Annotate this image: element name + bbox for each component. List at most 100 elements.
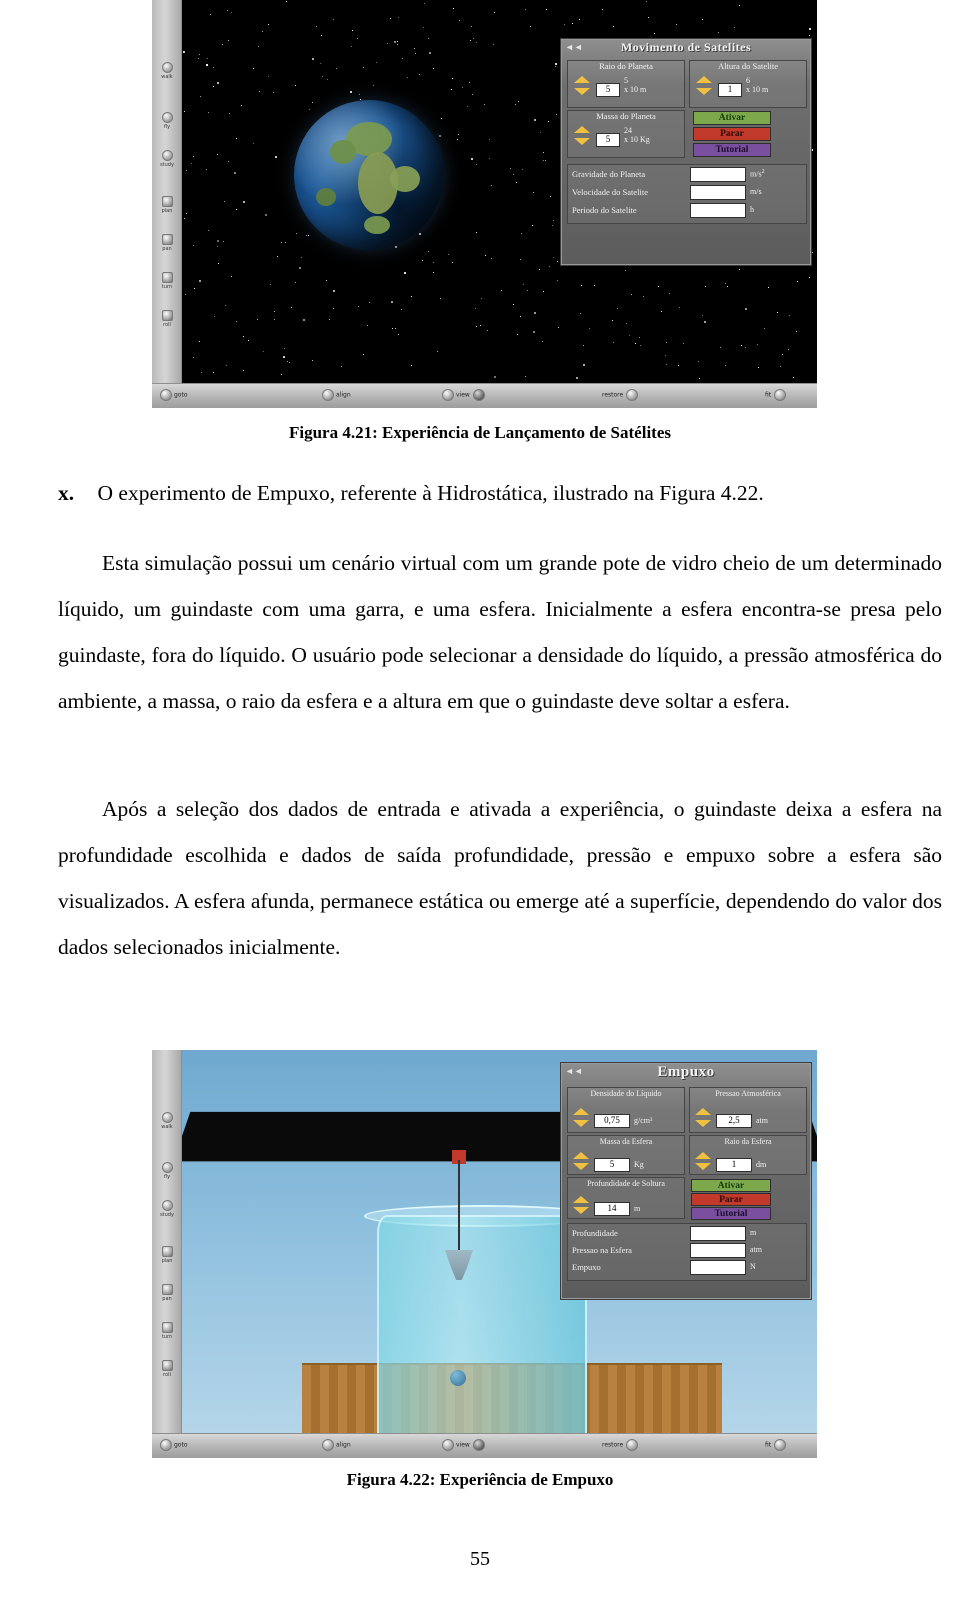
output-value-profundidade [690, 1226, 746, 1241]
field-value[interactable]: 2,5 [716, 1114, 752, 1128]
field-massa-do-planeta[interactable]: Massa do Planeta 5 24 x 10 Kg [567, 110, 685, 158]
spinner-up-icon[interactable] [574, 126, 590, 133]
field-label: Profundidade de Soltura [587, 1179, 665, 1188]
restore-icon [626, 1439, 639, 1451]
field-value[interactable]: 1 [716, 1158, 752, 1172]
tool-restore[interactable]: restore [602, 389, 640, 401]
spinner-down-icon[interactable] [574, 88, 590, 95]
output-unit: m/s [750, 169, 762, 179]
play-icon[interactable] [472, 1439, 485, 1451]
ativar-button[interactable]: Ativar [691, 1179, 771, 1192]
tool-view[interactable]: view [442, 1439, 487, 1451]
tool-roll[interactable]: roll [155, 310, 179, 328]
tool-goto[interactable]: goto [160, 389, 188, 401]
field-value[interactable]: 0,75 [594, 1114, 630, 1128]
tool-turn[interactable]: turn [155, 1322, 179, 1340]
empuxo-control-panel[interactable]: ◄◄ Empuxo Densidade do Líquido 0,75 g/cm… [560, 1062, 812, 1300]
tool-roll[interactable]: roll [155, 1360, 179, 1378]
tool-pan[interactable]: pan [155, 234, 179, 252]
tutorial-button[interactable]: Tutorial [691, 1207, 771, 1220]
field-pressao-atmosferica[interactable]: Pressao Atmosférica 2,5 atm [689, 1087, 807, 1133]
field-densidade-do-liquido[interactable]: Densidade do Líquido 0,75 g/cm³ [567, 1087, 685, 1133]
tool-fly[interactable]: fly [155, 112, 179, 130]
tool-label: view [456, 1441, 470, 1449]
satellite-control-panel[interactable]: ◄◄ Movimento de Satelites Raio do Planet… [560, 38, 812, 266]
tool-restore[interactable]: restore [602, 1439, 640, 1451]
field-value[interactable]: 1 [718, 83, 742, 97]
field-value[interactable]: 5 [596, 133, 620, 147]
tool-study[interactable]: study [155, 1200, 179, 1218]
spinner-down-icon[interactable] [574, 138, 590, 145]
field-label: Pressao Atmosférica [715, 1089, 781, 1098]
spinner-up-icon[interactable] [573, 1196, 589, 1203]
tool-label: pan [162, 246, 172, 252]
ativar-button[interactable]: Ativar [693, 111, 771, 125]
tool-view[interactable]: view [442, 389, 487, 401]
tool-walk[interactable]: walk [155, 1112, 179, 1130]
tool-plan[interactable]: plan [155, 196, 179, 214]
back-arrow-icon[interactable]: ◄◄ [565, 42, 583, 52]
walk-icon [161, 1112, 173, 1123]
spinner-down-icon[interactable] [695, 1120, 711, 1127]
viewer-left-toolbar[interactable]: walk fly study plan pan turn roll [152, 1050, 182, 1458]
align-icon [322, 389, 334, 401]
tool-fit[interactable]: fit [765, 389, 788, 401]
output-label-velocidade: Velocidade do Satelite [572, 187, 649, 197]
play-icon[interactable] [472, 389, 485, 401]
unit-prefix: x 10 [624, 135, 638, 144]
field-massa-da-esfera[interactable]: Massa da Esfera 5 Kg [567, 1135, 685, 1175]
field-profundidade-de-soltura[interactable]: Profundidade de Soltura 14 m [567, 1177, 685, 1219]
tool-walk[interactable]: walk [155, 62, 179, 80]
field-value[interactable]: 5 [596, 83, 620, 97]
tool-plan[interactable]: plan [155, 1246, 179, 1264]
spinner-up-icon[interactable] [695, 1152, 711, 1159]
output-label-gravidade: Gravidade do Planeta [572, 169, 646, 179]
field-raio-da-esfera[interactable]: Raio da Esfera 1 dm [689, 1135, 807, 1175]
restore-icon [626, 389, 639, 401]
tool-label: fit [765, 391, 772, 399]
parar-button[interactable]: Parar [693, 127, 771, 141]
parar-button[interactable]: Parar [691, 1193, 771, 1206]
viewer-bottom-toolbar[interactable]: goto align view restore fit [152, 1433, 817, 1458]
fit-icon [774, 1439, 787, 1451]
tool-study[interactable]: study [155, 150, 179, 168]
plan-icon [161, 1246, 173, 1257]
glass-tank [377, 1215, 587, 1458]
back-arrow-icon[interactable]: ◄◄ [565, 1066, 583, 1076]
spinner-up-icon[interactable] [695, 1108, 711, 1115]
tutorial-button[interactable]: Tutorial [693, 143, 771, 157]
tool-align[interactable]: align [322, 389, 351, 401]
bullet-item: x. O experimento de Empuxo, referente à … [58, 470, 942, 516]
spinner-down-icon[interactable] [573, 1207, 589, 1214]
spinner-up-icon[interactable] [696, 76, 712, 83]
field-altura-do-satelite[interactable]: Altura do Satelite 1 6 x 10 m [689, 60, 807, 108]
spinner-down-icon[interactable] [573, 1120, 589, 1127]
tool-label: restore [602, 391, 624, 399]
spinner-up-icon[interactable] [573, 1108, 589, 1115]
field-value[interactable]: 5 [594, 1158, 630, 1172]
tool-fly[interactable]: fly [155, 1162, 179, 1180]
field-label: Altura do Satelite [718, 61, 778, 71]
viewer-bottom-toolbar[interactable]: goto align view restore fit [152, 383, 817, 408]
goto-icon [160, 1439, 172, 1451]
tool-align[interactable]: align [322, 1439, 351, 1451]
tool-label: roll [163, 1372, 171, 1378]
spinner-up-icon[interactable] [573, 1152, 589, 1159]
walk-icon [161, 62, 173, 73]
exponent: 5 [624, 76, 628, 85]
viewer-left-toolbar[interactable]: walk fly study plan pan turn roll [152, 0, 182, 408]
spinner-down-icon[interactable] [696, 88, 712, 95]
tool-turn[interactable]: turn [155, 272, 179, 290]
field-unit: Kg [634, 1160, 644, 1169]
paragraph-2: Após a seleção dos dados de entrada e at… [58, 786, 942, 970]
tool-fit[interactable]: fit [765, 1439, 788, 1451]
field-value[interactable]: 14 [594, 1202, 630, 1216]
spinner-up-icon[interactable] [574, 76, 590, 83]
tool-pan[interactable]: pan [155, 1284, 179, 1302]
tool-label: fly [163, 1174, 171, 1180]
tool-goto[interactable]: goto [160, 1439, 188, 1451]
tool-label: fly [163, 124, 171, 130]
spinner-down-icon[interactable] [573, 1163, 589, 1170]
field-raio-do-planeta[interactable]: Raio do Planeta 5 5 x 10 m [567, 60, 685, 108]
spinner-down-icon[interactable] [695, 1163, 711, 1170]
